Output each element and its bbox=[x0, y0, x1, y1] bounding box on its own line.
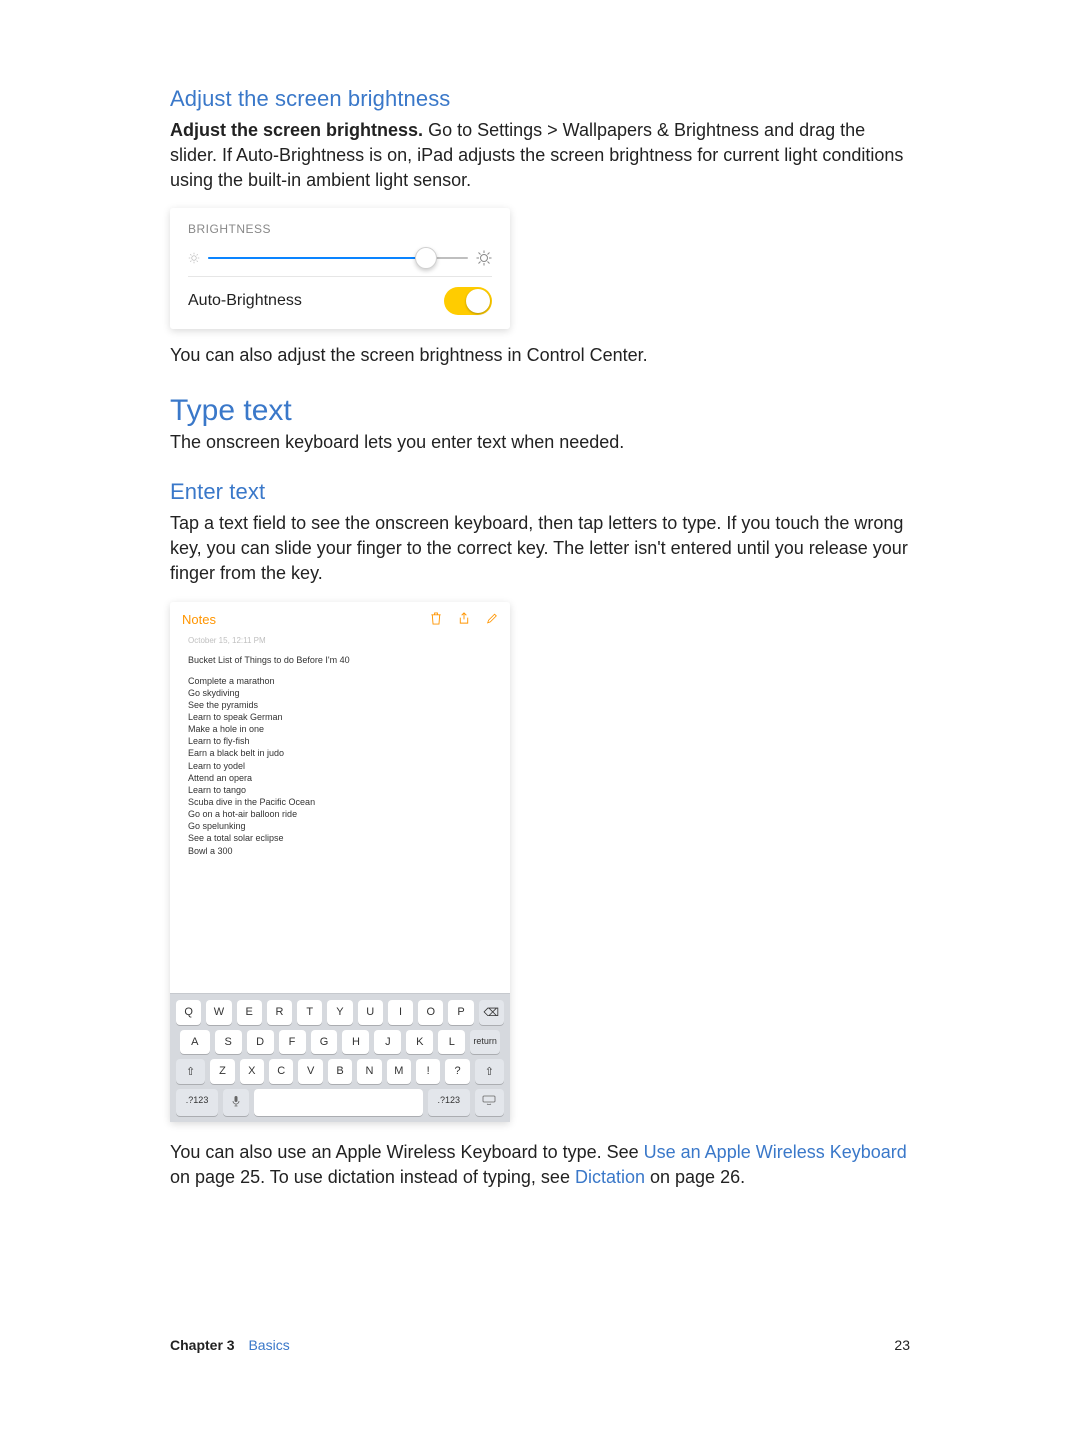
list-item: Learn to speak German bbox=[188, 711, 492, 723]
list-item: Go skydiving bbox=[188, 687, 492, 699]
heading-type-text: Type text bbox=[170, 394, 910, 428]
keyboard-key[interactable]: N bbox=[357, 1059, 381, 1084]
keyboard-key[interactable]: return bbox=[470, 1030, 500, 1054]
keyboard-key[interactable]: F bbox=[279, 1030, 306, 1054]
keyboard-key[interactable]: R bbox=[267, 1000, 292, 1025]
keyboard-key[interactable]: E bbox=[237, 1000, 262, 1025]
keyboard-key[interactable]: C bbox=[269, 1059, 293, 1084]
closing-t3: on page 26. bbox=[645, 1167, 745, 1187]
link-dictation[interactable]: Dictation bbox=[575, 1167, 645, 1187]
keyboard-key[interactable]: H bbox=[342, 1030, 369, 1054]
keyboard-key[interactable]: S bbox=[215, 1030, 242, 1054]
keyboard-key[interactable]: B bbox=[328, 1059, 352, 1084]
keyboard-key[interactable]: I bbox=[388, 1000, 413, 1025]
paragraph-closing: You can also use an Apple Wireless Keybo… bbox=[170, 1140, 910, 1190]
list-item: Bowl a 300 bbox=[188, 845, 492, 857]
hide-keyboard-key[interactable] bbox=[475, 1089, 504, 1116]
keyboard-key[interactable]: M bbox=[387, 1059, 411, 1084]
list-item: See the pyramids bbox=[188, 699, 492, 711]
paragraph-enter-text: Tap a text field to see the onscreen key… bbox=[170, 511, 910, 585]
notes-body[interactable]: October 15, 12:11 PM Bucket List of Thin… bbox=[170, 636, 510, 993]
list-item: Earn a black belt in judo bbox=[188, 747, 492, 759]
paragraph-type-text-sub: The onscreen keyboard lets you enter tex… bbox=[170, 430, 910, 455]
keyboard-key[interactable]: Z bbox=[210, 1059, 234, 1084]
list-item: Learn to yodel bbox=[188, 760, 492, 772]
closing-t2: on page 25. To use dictation instead of … bbox=[170, 1167, 575, 1187]
list-item: Learn to tango bbox=[188, 784, 492, 796]
keyboard-key[interactable]: X bbox=[240, 1059, 264, 1084]
keyboard-key[interactable]: U bbox=[358, 1000, 383, 1025]
list-item: See a total solar eclipse bbox=[188, 832, 492, 844]
brightness-settings-card: BRIGHTNESS Auto-Brightness bbox=[170, 208, 510, 329]
sun-bright-icon bbox=[476, 250, 492, 266]
keyboard-key[interactable]: D bbox=[247, 1030, 274, 1054]
brightness-slider-thumb[interactable] bbox=[415, 247, 437, 269]
keyboard-key[interactable]: .?123 bbox=[176, 1089, 218, 1116]
notes-app-screenshot: Notes October 15, 12:11 PM Bucket List o… bbox=[170, 602, 510, 1122]
keyboard-key[interactable]: Q bbox=[176, 1000, 201, 1025]
keyboard-key[interactable]: W bbox=[206, 1000, 231, 1025]
compose-icon[interactable] bbox=[486, 612, 498, 628]
trash-icon[interactable] bbox=[430, 612, 442, 628]
keyboard-key[interactable]: O bbox=[418, 1000, 443, 1025]
keyboard-key[interactable]: L bbox=[438, 1030, 465, 1054]
keyboard-key[interactable]: J bbox=[374, 1030, 401, 1054]
lead-bold: Adjust the screen brightness. bbox=[170, 120, 423, 140]
heading-enter-text: Enter text bbox=[170, 479, 910, 505]
brightness-slider[interactable] bbox=[208, 257, 468, 259]
closing-t1: You can also use an Apple Wireless Keybo… bbox=[170, 1142, 644, 1162]
auto-brightness-toggle[interactable] bbox=[444, 287, 492, 315]
keyboard-key[interactable]: ⇧ bbox=[475, 1059, 504, 1084]
keyboard-key[interactable]: ? bbox=[445, 1059, 469, 1084]
list-item: Make a hole in one bbox=[188, 723, 492, 735]
keyboard-key[interactable]: V bbox=[298, 1059, 322, 1084]
sun-dim-icon bbox=[188, 252, 200, 264]
share-icon[interactable] bbox=[458, 612, 470, 628]
paragraph-control-center: You can also adjust the screen brightnes… bbox=[170, 343, 910, 368]
brightness-label: BRIGHTNESS bbox=[188, 222, 492, 236]
onscreen-keyboard: QWERTYUIOP⌫ ASDFGHJKLreturn ⇧ZXCVBNM!?⇧ … bbox=[170, 993, 510, 1122]
footer-section: Basics bbox=[248, 1337, 289, 1353]
keyboard-key[interactable]: ⇧ bbox=[176, 1059, 205, 1084]
list-item: Attend an opera bbox=[188, 772, 492, 784]
notes-timestamp: October 15, 12:11 PM bbox=[188, 636, 492, 647]
keyboard-key[interactable] bbox=[254, 1089, 423, 1116]
keyboard-key[interactable]: G bbox=[311, 1030, 338, 1054]
footer-page-number: 23 bbox=[894, 1337, 910, 1353]
mic-key[interactable] bbox=[223, 1089, 249, 1116]
auto-brightness-label: Auto-Brightness bbox=[188, 292, 302, 310]
keyboard-key[interactable]: A bbox=[180, 1030, 210, 1054]
paragraph-brightness: Adjust the screen brightness. Go to Sett… bbox=[170, 118, 910, 192]
keyboard-key[interactable]: .?123 bbox=[428, 1089, 470, 1116]
footer-chapter: Chapter 3 bbox=[170, 1337, 235, 1353]
heading-adjust-brightness: Adjust the screen brightness bbox=[170, 86, 910, 112]
keyboard-key[interactable]: K bbox=[406, 1030, 433, 1054]
keyboard-key[interactable]: T bbox=[297, 1000, 322, 1025]
list-item: Scuba dive in the Pacific Ocean bbox=[188, 796, 492, 808]
link-wireless-keyboard[interactable]: Use an Apple Wireless Keyboard bbox=[644, 1142, 907, 1162]
keyboard-key[interactable]: ⌫ bbox=[479, 1000, 504, 1025]
list-item: Go spelunking bbox=[188, 820, 492, 832]
notes-title: Bucket List of Things to do Before I'm 4… bbox=[188, 654, 492, 666]
list-item: Go on a hot-air balloon ride bbox=[188, 808, 492, 820]
keyboard-key[interactable]: P bbox=[448, 1000, 473, 1025]
list-item: Complete a marathon bbox=[188, 675, 492, 687]
brightness-slider-row bbox=[188, 246, 492, 276]
notes-back-button[interactable]: Notes bbox=[182, 612, 216, 627]
auto-brightness-row: Auto-Brightness bbox=[188, 276, 492, 315]
list-item: Learn to fly-fish bbox=[188, 735, 492, 747]
notes-list: Complete a marathonGo skydivingSee the p… bbox=[188, 675, 492, 857]
keyboard-key[interactable]: Y bbox=[327, 1000, 352, 1025]
keyboard-key[interactable]: ! bbox=[416, 1059, 440, 1084]
page-footer: Chapter 3 Basics 23 bbox=[170, 1337, 910, 1353]
